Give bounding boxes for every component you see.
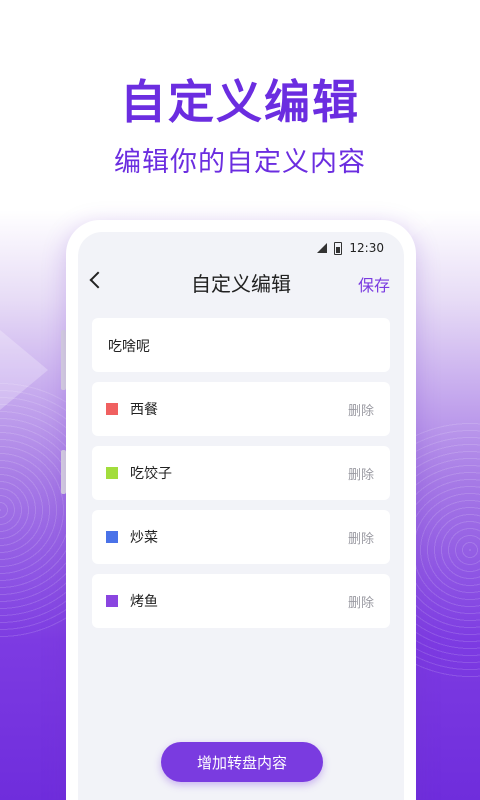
color-swatch[interactable] <box>106 467 118 479</box>
list-item: 烤鱼 删除 <box>92 574 390 628</box>
promo-headline: 自定义编辑 <box>120 75 360 129</box>
promo-subheadline: 编辑你的自定义内容 <box>114 147 366 178</box>
phone-frame: 12:30 自定义编辑 保存 西餐 删除 吃饺子 删除 <box>66 220 416 800</box>
status-bar: 12:30 <box>317 238 384 258</box>
signal-icon <box>317 243 328 253</box>
title-input[interactable] <box>106 318 380 374</box>
page-title: 自定义编辑 <box>191 272 291 296</box>
color-swatch[interactable] <box>106 403 118 415</box>
phone-screen: 12:30 自定义编辑 保存 西餐 删除 吃饺子 删除 <box>78 232 404 800</box>
title-input-card <box>92 318 390 374</box>
save-button[interactable]: 保存 <box>358 272 390 296</box>
item-label[interactable]: 炒菜 <box>130 527 158 547</box>
delete-button[interactable]: 删除 <box>348 464 374 483</box>
status-time: 12:30 <box>349 241 384 255</box>
list-item: 吃饺子 删除 <box>92 446 390 500</box>
list-item: 西餐 删除 <box>92 382 390 436</box>
color-swatch[interactable] <box>106 531 118 543</box>
promo-page: 自定义编辑 编辑你的自定义内容 12:30 自定义编辑 保存 西餐 删除 <box>0 0 480 800</box>
list-item: 炒菜 删除 <box>92 510 390 564</box>
item-label[interactable]: 西餐 <box>130 399 158 419</box>
delete-button[interactable]: 删除 <box>348 528 374 547</box>
delete-button[interactable]: 删除 <box>348 592 374 611</box>
add-wheel-item-button[interactable]: 增加转盘内容 <box>161 742 323 782</box>
item-label[interactable]: 烤鱼 <box>130 591 158 611</box>
nav-bar: 自定义编辑 保存 <box>78 262 404 302</box>
color-swatch[interactable] <box>106 595 118 607</box>
delete-button[interactable]: 删除 <box>348 400 374 419</box>
item-label[interactable]: 吃饺子 <box>130 463 172 483</box>
battery-icon <box>334 241 343 255</box>
